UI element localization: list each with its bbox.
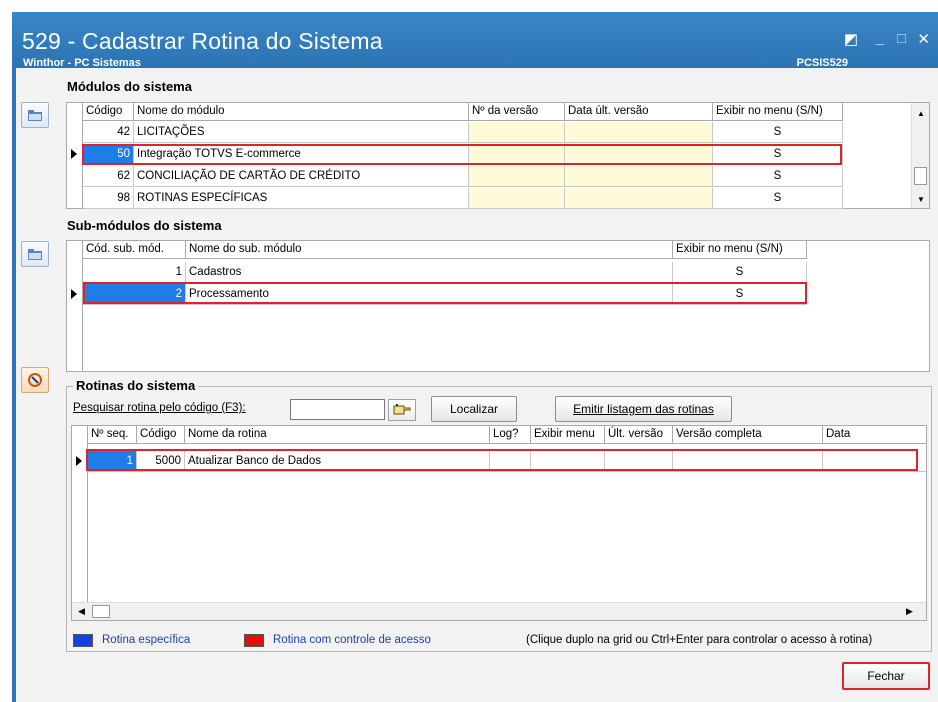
grid-hint-text: (Clique duplo na grid ou Ctrl+Enter para… [526, 634, 873, 646]
scroll-left-icon[interactable]: ◀ [78, 606, 85, 617]
table-cell[interactable] [469, 166, 565, 187]
table-cell[interactable]: 62 [83, 166, 134, 187]
folder-icon [28, 109, 42, 121]
col-header-exibir-menu[interactable]: Exibir no menu (S/N) [673, 241, 807, 259]
folder-icon [28, 248, 42, 260]
col-header-data-versao[interactable]: Data últ. versão [565, 103, 713, 121]
minimize-icon[interactable]: _ [876, 30, 884, 47]
table-cell[interactable] [565, 188, 713, 209]
table-cell[interactable] [565, 122, 713, 143]
col-header-log[interactable]: Log? [490, 426, 531, 444]
table-cell[interactable]: Cadastros [186, 262, 673, 283]
table-cell[interactable]: CONCILIAÇÃO DE CARTÃO DE CRÉDITO [134, 166, 469, 187]
search-rotina-input[interactable] [290, 399, 385, 420]
emitir-listagem-label: Emitir listagem das rotinas [573, 402, 714, 416]
table-cell[interactable]: S [713, 188, 843, 209]
scroll-down-icon[interactable]: ▼ [917, 195, 925, 204]
rotinas-button[interactable] [21, 367, 49, 393]
table-cell[interactable]: ROTINAS ESPECÍFICAS [134, 188, 469, 209]
col-header-nome-modulo[interactable]: Nome do módulo [134, 103, 469, 121]
table-cell[interactable]: S [713, 122, 843, 143]
table-cell[interactable]: S [673, 262, 807, 283]
col-header-versao[interactable]: Nº da versão [469, 103, 565, 121]
legend-rotina-especifica: Rotina específica [102, 634, 191, 646]
col-header-exibir-menu[interactable]: Exibir no menu (S/N) [713, 103, 843, 121]
col-header-exibir-menu[interactable]: Exibir menu [531, 426, 605, 444]
restore-icon[interactable]: ◩ [844, 30, 858, 48]
col-header-data[interactable]: Data [823, 426, 926, 444]
table-cell[interactable] [565, 166, 713, 187]
maximize-icon[interactable]: □ [897, 30, 906, 47]
close-icon[interactable]: ✕ [917, 30, 930, 48]
highlight-box [82, 144, 842, 165]
pointing-hand-icon [393, 404, 411, 415]
current-row-arrow-icon [76, 456, 82, 466]
col-header-seq[interactable]: Nº seq. [88, 426, 137, 444]
col-header-nome-rotina[interactable]: Nome da rotina [185, 426, 490, 444]
row-indicator-column [67, 241, 83, 371]
title-bar: 529 - Cadastrar Rotina do Sistema Wintho… [12, 12, 938, 69]
scroll-thumb[interactable] [914, 167, 927, 185]
col-header-codigo[interactable]: Código [83, 103, 134, 121]
scroll-thumb[interactable] [92, 605, 110, 618]
rotinas-horizontal-scrollbar[interactable]: ◀ ▶ [72, 602, 926, 620]
table-cell[interactable]: 98 [83, 188, 134, 209]
table-cell[interactable]: S [713, 166, 843, 187]
modulos-folder-button[interactable] [21, 102, 49, 128]
highlight-box [83, 282, 807, 304]
col-header-cod-sub-mod[interactable]: Cód. sub. mód. [83, 241, 186, 259]
search-lookup-button[interactable] [388, 399, 416, 421]
table-cell[interactable] [469, 122, 565, 143]
col-header-ult-versao[interactable]: Últ. versão [605, 426, 673, 444]
current-row-arrow-icon [71, 289, 77, 299]
modulos-scrollbar[interactable]: ▲ ▼ [911, 103, 929, 208]
submodulos-section-title: Sub-módulos do sistema [67, 218, 222, 233]
table-cell[interactable]: 42 [83, 122, 134, 143]
modulos-section-title: Módulos do sistema [67, 79, 192, 94]
table-cell[interactable]: LICITAÇÕES [134, 122, 469, 143]
rotina-icon [28, 373, 42, 387]
controle-swatch [244, 634, 264, 647]
scroll-right-icon[interactable]: ▶ [906, 606, 913, 617]
col-header-versao-completa[interactable]: Versão completa [673, 426, 823, 444]
legend-rotina-controle: Rotina com controle de acesso [273, 634, 431, 646]
rotinas-section-title: Rotinas do sistema [73, 378, 199, 393]
window-title: 529 - Cadastrar Rotina do Sistema [22, 28, 383, 54]
emitir-listagem-button[interactable]: Emitir listagem das rotinas [555, 396, 732, 422]
table-cell[interactable] [469, 188, 565, 209]
col-header-codigo[interactable]: Código [137, 426, 185, 444]
current-row-arrow-icon [71, 149, 77, 159]
submodulos-folder-button[interactable] [21, 241, 49, 267]
submodulos-grid[interactable]: Cód. sub. mód. Nome do sub. módulo Exibi… [66, 240, 930, 372]
table-cell[interactable]: 1 [83, 262, 186, 283]
localizar-button[interactable]: Localizar [431, 396, 517, 422]
scroll-up-icon[interactable]: ▲ [917, 109, 925, 118]
especifica-swatch [73, 634, 93, 647]
highlight-box [86, 449, 918, 471]
col-header-nome-sub-modulo[interactable]: Nome do sub. módulo [186, 241, 673, 259]
fechar-button[interactable]: Fechar [842, 662, 930, 690]
search-label: Pesquisar rotina pelo código (F3): [73, 402, 246, 414]
